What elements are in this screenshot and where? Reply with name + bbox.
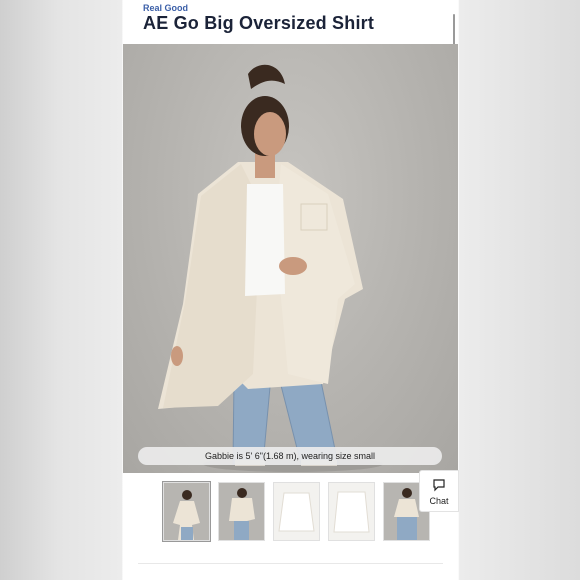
thumbnail-flat-back[interactable] — [328, 482, 375, 541]
thumbnail-back-view[interactable] — [218, 482, 265, 541]
thumbnail-front-view[interactable] — [162, 481, 211, 542]
divider — [138, 563, 443, 564]
chat-bubble-icon — [433, 479, 445, 492]
model-illustration — [158, 64, 383, 472]
chat-button[interactable]: Chat — [419, 470, 459, 512]
thumbnail-flat-front[interactable] — [273, 482, 320, 541]
brand-label[interactable]: Real Good — [143, 3, 188, 13]
product-page: Real Good AE Go Big Oversized Shirt Gabb… — [123, 0, 459, 580]
product-hero-image[interactable]: Gabbie is 5' 6"(1.68 m), wearing size sm… — [123, 44, 458, 473]
chat-label: Chat — [429, 496, 449, 506]
product-title: AE Go Big Oversized Shirt — [143, 13, 375, 33]
thumbnail-strip — [162, 481, 430, 542]
size-caption: Gabbie is 5' 6"(1.68 m), wearing size sm… — [138, 447, 442, 465]
